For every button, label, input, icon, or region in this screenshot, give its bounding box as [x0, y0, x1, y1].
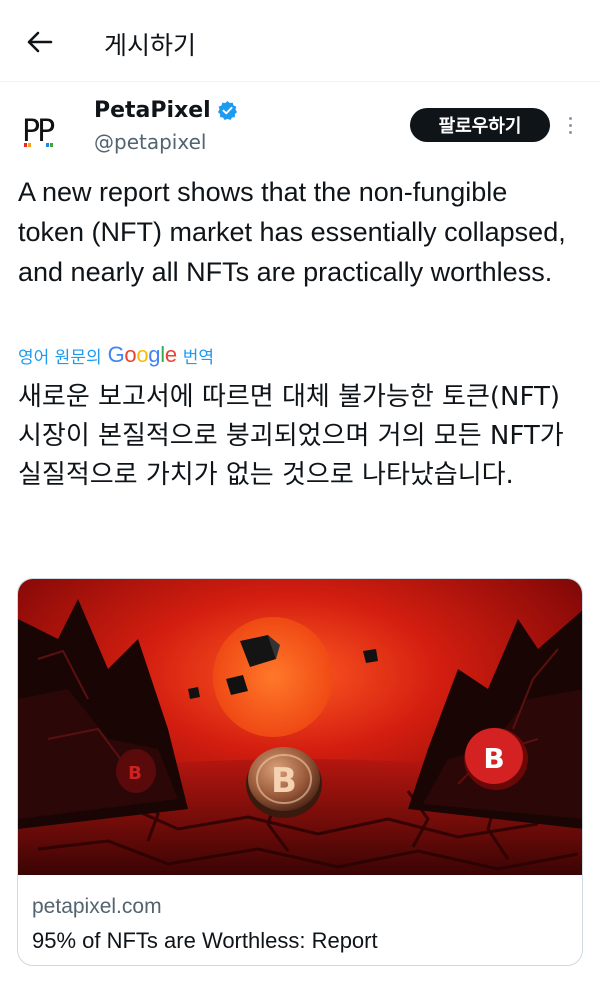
more-vertical-icon — [568, 116, 572, 120]
more-dot — [568, 123, 572, 127]
author-row: PP PetaPixel @petapixel 팔로우하기 — [0, 92, 600, 162]
petapixel-logo-icon: PP — [22, 114, 58, 149]
author-name[interactable]: PetaPixel — [94, 98, 238, 123]
more-options-button[interactable] — [560, 110, 580, 140]
back-button[interactable] — [24, 26, 56, 58]
top-bar: 게시하기 — [0, 0, 600, 82]
author-handle[interactable]: @petapixel — [94, 130, 206, 154]
verified-badge-icon — [217, 100, 237, 121]
card-title: 95% of NFTs are Worthless: Report — [32, 928, 378, 953]
card-domain: petapixel.com — [32, 895, 162, 918]
link-card[interactable]: B B B petapixel.com 95% of NFTs are Wort… — [17, 578, 583, 966]
arrow-left-icon — [27, 31, 53, 53]
follow-button[interactable]: 팔로우하기 — [410, 108, 550, 142]
translate-link[interactable]: 영어 원문의 Google 번역 — [18, 340, 214, 370]
translated-text: 새로운 보고서에 따르면 대체 불가능한 토큰(NFT) 시장이 본질적으로 붕… — [18, 382, 564, 490]
svg-text:B: B — [483, 742, 504, 775]
more-dot — [568, 130, 572, 134]
svg-text:B: B — [128, 763, 142, 784]
google-logo: Google — [107, 342, 177, 367]
translate-suffix: 번역 — [182, 347, 215, 368]
translate-prefix: 영어 원문의 — [18, 347, 102, 368]
author-name-text: PetaPixel — [94, 98, 211, 123]
page-title: 게시하기 — [104, 31, 197, 60]
nft-collapse-illustration: B B B — [18, 579, 582, 875]
svg-text:B: B — [271, 761, 297, 801]
tweet-text: A new report shows that the non-fungible… — [18, 177, 566, 287]
avatar[interactable]: PP — [18, 102, 74, 158]
